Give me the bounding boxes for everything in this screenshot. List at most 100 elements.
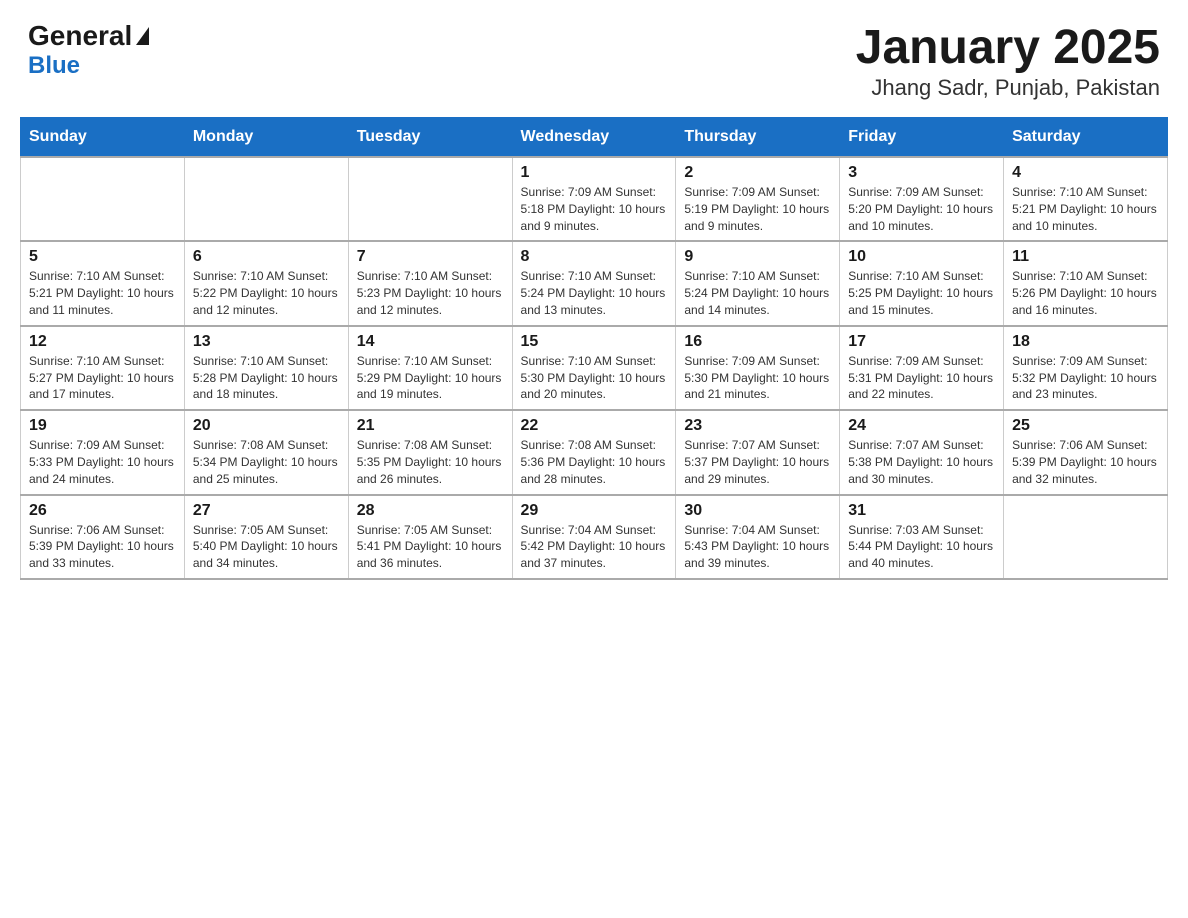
day-info: Sunrise: 7:03 AM Sunset: 5:44 PM Dayligh… [848, 522, 995, 572]
day-number: 30 [684, 502, 831, 520]
day-number: 13 [193, 333, 340, 351]
logo-general-text: General [28, 20, 132, 52]
day-number: 31 [848, 502, 995, 520]
calendar-cell: 27Sunrise: 7:05 AM Sunset: 5:40 PM Dayli… [184, 495, 348, 579]
calendar-cell: 19 Sunrise: 7:09 AM Sunset: 5:33 PM Dayli… [21, 410, 185, 494]
calendar-cell: 14Sunrise: 7:10 AM Sunset: 5:29 PM Dayli… [348, 326, 512, 410]
day-info: Sunrise: 7:08 AM Sunset: 5:36 PM Dayligh… [521, 437, 668, 487]
day-info: Sunrise: 7:06 AM Sunset: 5:39 PM Dayligh… [1012, 437, 1159, 487]
calendar-cell: 12 Sunrise: 7:10 AM Sunset: 5:27 PM Dayli… [21, 326, 185, 410]
page-header: General Blue January 2025 Jhang Sadr, Pu… [20, 20, 1168, 101]
day-number: 11 [1012, 248, 1159, 266]
day-info: Sunrise: 7:05 AM Sunset: 5:41 PM Dayligh… [357, 522, 504, 572]
calendar-title: January 2025 [856, 20, 1160, 75]
day-info: Sunrise: 7:10 AM Sunset: 5:24 PM Dayligh… [521, 268, 668, 318]
day-info: Sunrise: 7:09 AM Sunset: 5:31 PM Dayligh… [848, 353, 995, 403]
calendar-week-row: 1Sunrise: 7:09 AM Sunset: 5:18 PM Daylig… [21, 157, 1168, 241]
calendar-cell: 22Sunrise: 7:08 AM Sunset: 5:36 PM Dayli… [512, 410, 676, 494]
day-info: Sunrise: 7:09 AM Sunset: 5:30 PM Dayligh… [684, 353, 831, 403]
calendar-cell: 8 Sunrise: 7:10 AM Sunset: 5:24 PM Daylig… [512, 241, 676, 325]
day-number: 23 [684, 417, 831, 435]
day-info: Sunrise: 7:10 AM Sunset: 5:24 PM Dayligh… [684, 268, 831, 318]
day-info: Sunrise: 7:10 AM Sunset: 5:21 PM Dayligh… [1012, 184, 1159, 234]
calendar-cell: 6 Sunrise: 7:10 AM Sunset: 5:22 PM Daylig… [184, 241, 348, 325]
calendar-cell: 1Sunrise: 7:09 AM Sunset: 5:18 PM Daylig… [512, 157, 676, 241]
weekday-header: Wednesday [512, 118, 676, 158]
day-number: 6 [193, 248, 340, 266]
calendar-table: SundayMondayTuesdayWednesdayThursdayFrid… [20, 117, 1168, 580]
calendar-cell: 16 Sunrise: 7:09 AM Sunset: 5:30 PM Dayli… [676, 326, 840, 410]
calendar-cell: 7 Sunrise: 7:10 AM Sunset: 5:23 PM Daylig… [348, 241, 512, 325]
day-number: 1 [521, 164, 668, 182]
calendar-week-row: 26 Sunrise: 7:06 AM Sunset: 5:39 PM Dayli… [21, 495, 1168, 579]
day-info: Sunrise: 7:10 AM Sunset: 5:30 PM Dayligh… [521, 353, 668, 403]
calendar-week-row: 19 Sunrise: 7:09 AM Sunset: 5:33 PM Dayli… [21, 410, 1168, 494]
day-number: 16 [684, 333, 831, 351]
day-number: 9 [684, 248, 831, 266]
day-info: Sunrise: 7:09 AM Sunset: 5:33 PM Dayligh… [29, 437, 176, 487]
calendar-cell: 11 Sunrise: 7:10 AM Sunset: 5:26 PM Dayli… [1004, 241, 1168, 325]
calendar-week-row: 12 Sunrise: 7:10 AM Sunset: 5:27 PM Dayli… [21, 326, 1168, 410]
weekday-header: Tuesday [348, 118, 512, 158]
calendar-cell: 18 Sunrise: 7:09 AM Sunset: 5:32 PM Dayli… [1004, 326, 1168, 410]
day-info: Sunrise: 7:08 AM Sunset: 5:35 PM Dayligh… [357, 437, 504, 487]
weekday-header: Sunday [21, 118, 185, 158]
calendar-header-row: SundayMondayTuesdayWednesdayThursdayFrid… [21, 118, 1168, 158]
day-number: 25 [1012, 417, 1159, 435]
day-number: 28 [357, 502, 504, 520]
day-number: 26 [29, 502, 176, 520]
day-info: Sunrise: 7:10 AM Sunset: 5:21 PM Dayligh… [29, 268, 176, 318]
day-info: Sunrise: 7:04 AM Sunset: 5:43 PM Dayligh… [684, 522, 831, 572]
calendar-cell: 24 Sunrise: 7:07 AM Sunset: 5:38 PM Dayli… [840, 410, 1004, 494]
weekday-header: Thursday [676, 118, 840, 158]
logo: General Blue [28, 20, 149, 80]
calendar-cell: 23Sunrise: 7:07 AM Sunset: 5:37 PM Dayli… [676, 410, 840, 494]
day-info: Sunrise: 7:10 AM Sunset: 5:27 PM Dayligh… [29, 353, 176, 403]
calendar-cell: 10 Sunrise: 7:10 AM Sunset: 5:25 PM Dayli… [840, 241, 1004, 325]
day-number: 10 [848, 248, 995, 266]
day-info: Sunrise: 7:07 AM Sunset: 5:38 PM Dayligh… [848, 437, 995, 487]
day-number: 14 [357, 333, 504, 351]
day-number: 19 [29, 417, 176, 435]
day-number: 3 [848, 164, 995, 182]
day-info: Sunrise: 7:10 AM Sunset: 5:26 PM Dayligh… [1012, 268, 1159, 318]
day-number: 4 [1012, 164, 1159, 182]
day-number: 24 [848, 417, 995, 435]
calendar-cell [1004, 495, 1168, 579]
calendar-cell [21, 157, 185, 241]
weekday-header: Friday [840, 118, 1004, 158]
day-number: 27 [193, 502, 340, 520]
day-number: 7 [357, 248, 504, 266]
calendar-cell: 2Sunrise: 7:09 AM Sunset: 5:19 PM Daylig… [676, 157, 840, 241]
day-number: 29 [521, 502, 668, 520]
calendar-cell [348, 157, 512, 241]
calendar-cell: 31 Sunrise: 7:03 AM Sunset: 5:44 PM Dayli… [840, 495, 1004, 579]
calendar-cell: 3 Sunrise: 7:09 AM Sunset: 5:20 PM Daylig… [840, 157, 1004, 241]
calendar-cell: 20 Sunrise: 7:08 AM Sunset: 5:34 PM Dayli… [184, 410, 348, 494]
day-number: 15 [521, 333, 668, 351]
calendar-cell: 13Sunrise: 7:10 AM Sunset: 5:28 PM Dayli… [184, 326, 348, 410]
day-info: Sunrise: 7:09 AM Sunset: 5:20 PM Dayligh… [848, 184, 995, 234]
day-number: 18 [1012, 333, 1159, 351]
calendar-cell: 9 Sunrise: 7:10 AM Sunset: 5:24 PM Daylig… [676, 241, 840, 325]
calendar-cell: 30 Sunrise: 7:04 AM Sunset: 5:43 PM Dayli… [676, 495, 840, 579]
calendar-cell: 17 Sunrise: 7:09 AM Sunset: 5:31 PM Dayli… [840, 326, 1004, 410]
day-info: Sunrise: 7:06 AM Sunset: 5:39 PM Dayligh… [29, 522, 176, 572]
day-info: Sunrise: 7:09 AM Sunset: 5:32 PM Dayligh… [1012, 353, 1159, 403]
weekday-header: Monday [184, 118, 348, 158]
calendar-week-row: 5 Sunrise: 7:10 AM Sunset: 5:21 PM Daylig… [21, 241, 1168, 325]
day-number: 17 [848, 333, 995, 351]
calendar-cell: 15 Sunrise: 7:10 AM Sunset: 5:30 PM Dayli… [512, 326, 676, 410]
day-info: Sunrise: 7:08 AM Sunset: 5:34 PM Dayligh… [193, 437, 340, 487]
day-info: Sunrise: 7:10 AM Sunset: 5:23 PM Dayligh… [357, 268, 504, 318]
day-number: 12 [29, 333, 176, 351]
calendar-cell: 4 Sunrise: 7:10 AM Sunset: 5:21 PM Daylig… [1004, 157, 1168, 241]
day-info: Sunrise: 7:10 AM Sunset: 5:22 PM Dayligh… [193, 268, 340, 318]
day-number: 20 [193, 417, 340, 435]
calendar-cell: 5 Sunrise: 7:10 AM Sunset: 5:21 PM Daylig… [21, 241, 185, 325]
day-info: Sunrise: 7:10 AM Sunset: 5:25 PM Dayligh… [848, 268, 995, 318]
day-number: 5 [29, 248, 176, 266]
day-number: 8 [521, 248, 668, 266]
day-number: 2 [684, 164, 831, 182]
calendar-cell: 25 Sunrise: 7:06 AM Sunset: 5:39 PM Dayli… [1004, 410, 1168, 494]
